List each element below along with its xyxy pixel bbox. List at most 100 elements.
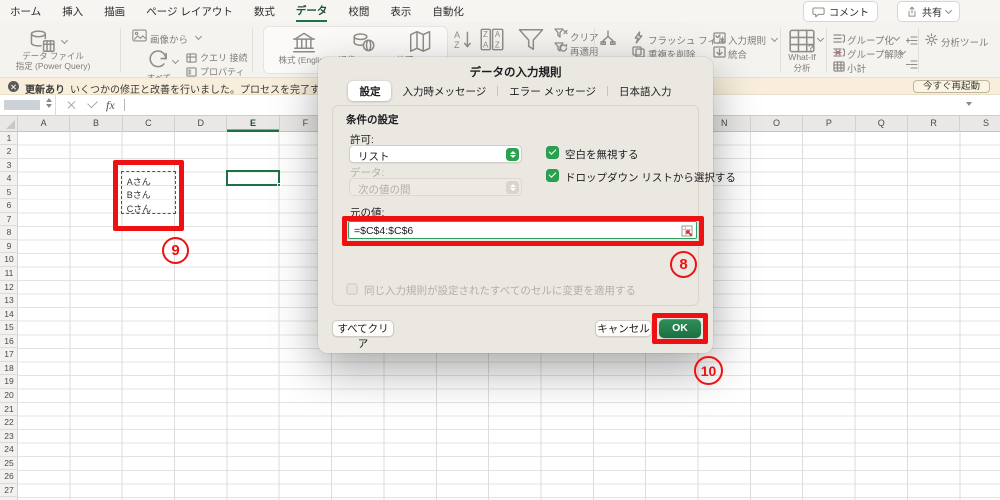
subtotal-button[interactable] bbox=[833, 59, 845, 77]
menu-tab-描画[interactable]: 描画 bbox=[104, 1, 125, 21]
formula-input[interactable] bbox=[124, 99, 125, 111]
name-box[interactable] bbox=[0, 95, 56, 116]
dialog-tab-1[interactable]: 設定 bbox=[348, 81, 392, 101]
allow-value: リスト bbox=[358, 150, 390, 163]
column-header-E[interactable]: E bbox=[227, 116, 280, 132]
restart-now-button[interactable]: 今すぐ再起動 bbox=[912, 79, 990, 93]
from-image-chevron-icon bbox=[194, 32, 203, 41]
criteria-group-box bbox=[332, 105, 699, 306]
formula-bar-expand-icon[interactable] bbox=[966, 102, 972, 106]
row-header-11[interactable]: 11 bbox=[0, 267, 18, 281]
confirm-entry-icon[interactable] bbox=[87, 97, 98, 109]
row-header-7[interactable]: 7 bbox=[0, 213, 18, 227]
subtotal-label: 小計 bbox=[847, 64, 867, 75]
dialog-tab-4[interactable]: 日本語入力 bbox=[608, 81, 683, 101]
row-header-26[interactable]: 26 bbox=[0, 470, 18, 484]
ignore-blank-label: 空白を無視する bbox=[565, 149, 639, 161]
column-header-S[interactable]: S bbox=[960, 116, 1000, 132]
row-header-12[interactable]: 12 bbox=[0, 281, 18, 295]
name-box-stepper[interactable] bbox=[46, 98, 52, 108]
row-header-17[interactable]: 17 bbox=[0, 348, 18, 362]
column-header-P[interactable]: P bbox=[803, 116, 856, 132]
column-header-B[interactable]: B bbox=[70, 116, 123, 132]
sort-button[interactable]: ZAAZ bbox=[479, 27, 505, 57]
column-header-A[interactable]: A bbox=[18, 116, 71, 132]
analysis-tools-button[interactable] bbox=[925, 33, 938, 51]
column-header-R[interactable]: R bbox=[908, 116, 961, 132]
in-cell-dropdown-label: ドロップダウン リストから選択する bbox=[565, 172, 736, 184]
row-header-10[interactable]: 10 bbox=[0, 253, 18, 268]
menu-tab-データ[interactable]: データ bbox=[295, 0, 328, 22]
fx-icon[interactable]: fx bbox=[106, 98, 115, 113]
comment-button[interactable]: コメント bbox=[803, 1, 878, 22]
update-close-icon[interactable] bbox=[8, 81, 19, 92]
get-data-chevron-icon bbox=[60, 36, 69, 45]
comment-label: コメント bbox=[829, 8, 869, 19]
menu-tab-校閲[interactable]: 校閲 bbox=[348, 1, 369, 21]
row-header-4[interactable]: 4 bbox=[0, 172, 18, 186]
menu-tab-数式[interactable]: 数式 bbox=[254, 1, 275, 21]
svg-text:Z: Z bbox=[483, 30, 488, 39]
from-image-button[interactable] bbox=[132, 29, 147, 47]
row-header-18[interactable]: 18 bbox=[0, 362, 18, 376]
in-cell-dropdown-checkbox[interactable] bbox=[546, 169, 559, 182]
annotation-circle-10: 10 bbox=[694, 356, 723, 385]
row-header-23[interactable]: 23 bbox=[0, 430, 18, 444]
share-icon bbox=[908, 6, 916, 17]
row-header-13[interactable]: 13 bbox=[0, 294, 18, 308]
row-header-25[interactable]: 25 bbox=[0, 457, 18, 471]
row-header-6[interactable]: 6 bbox=[0, 199, 18, 213]
row-header-27[interactable]: 27 bbox=[0, 484, 18, 498]
row-header-3[interactable]: 3 bbox=[0, 159, 18, 173]
fill-handle[interactable] bbox=[276, 182, 281, 187]
sort-az-button[interactable]: AZ bbox=[453, 29, 473, 55]
row-header-21[interactable]: 21 bbox=[0, 403, 18, 417]
column-header-Q[interactable]: Q bbox=[856, 116, 908, 132]
show-detail-icon[interactable] bbox=[905, 33, 918, 51]
clear-all-button[interactable]: すべてクリア bbox=[332, 320, 394, 350]
row-header-14[interactable]: 14 bbox=[0, 308, 18, 322]
svg-text:Z: Z bbox=[495, 40, 500, 49]
menu-tab-ページ レイアウト[interactable]: ページ レイアウト bbox=[146, 1, 233, 21]
menu-tab-表示[interactable]: 表示 bbox=[390, 1, 411, 21]
share-button[interactable]: 共有 bbox=[897, 1, 960, 22]
ribbon-divider bbox=[252, 28, 253, 72]
row-headers[interactable]: 1 2 3 4 5 6 7 8 9 10 11 12 13 14 15 16 17 18 19 20 21 22 23 24 2… bbox=[0, 131, 18, 500]
dialog-tab-3[interactable]: エラー メッセージ bbox=[498, 81, 607, 101]
active-cell[interactable] bbox=[226, 170, 281, 187]
apply-all-checkbox bbox=[346, 283, 358, 295]
row-header-20[interactable]: 20 bbox=[0, 389, 18, 403]
ribbon-divider bbox=[918, 28, 919, 72]
dialog-tab-2[interactable]: 入力時メッセージ bbox=[391, 81, 497, 101]
ribbon-divider bbox=[120, 28, 121, 72]
data-select: 次の値の間 bbox=[349, 178, 522, 196]
row-header-1[interactable]: 1 bbox=[0, 132, 18, 146]
row-header-22[interactable]: 22 bbox=[0, 416, 18, 430]
column-header-D[interactable]: D bbox=[175, 116, 228, 132]
row-header-24[interactable]: 24 bbox=[0, 443, 18, 457]
allow-stepper-icon bbox=[506, 148, 519, 161]
row-header-9[interactable]: 9 bbox=[0, 240, 18, 254]
column-header-O[interactable]: O bbox=[751, 116, 804, 132]
ignore-blank-checkbox[interactable] bbox=[546, 146, 559, 159]
text-to-columns-button[interactable] bbox=[600, 30, 616, 50]
row-header-19[interactable]: 19 bbox=[0, 375, 18, 389]
row-header-16[interactable]: 16 bbox=[0, 335, 18, 349]
row-header-15[interactable]: 15 bbox=[0, 321, 18, 335]
allow-select[interactable]: リスト bbox=[349, 145, 522, 163]
cancel-button[interactable]: キャンセル bbox=[595, 320, 652, 337]
menu-tab-挿入[interactable]: 挿入 bbox=[62, 1, 83, 21]
menu-tab-ホーム[interactable]: ホーム bbox=[10, 1, 41, 21]
row-header-8[interactable]: 8 bbox=[0, 226, 18, 240]
column-header-C[interactable]: C bbox=[123, 116, 176, 132]
consolidate-button[interactable] bbox=[713, 45, 726, 63]
hide-detail-icon[interactable] bbox=[905, 57, 918, 75]
row-header-5[interactable]: 5 bbox=[0, 186, 18, 200]
filter-button[interactable] bbox=[516, 26, 546, 58]
data-validation-dialog: データの入力規則 設定 入力時メッセージ エラー メッセージ 日本語入力 条件の設定 … bbox=[318, 57, 736, 353]
menu-tab-自動化[interactable]: 自動化 bbox=[432, 1, 464, 21]
cancel-entry-icon[interactable] bbox=[66, 100, 76, 110]
select-all-corner[interactable] bbox=[0, 116, 18, 132]
row-header-2[interactable]: 2 bbox=[0, 145, 18, 159]
comment-icon bbox=[812, 6, 825, 17]
